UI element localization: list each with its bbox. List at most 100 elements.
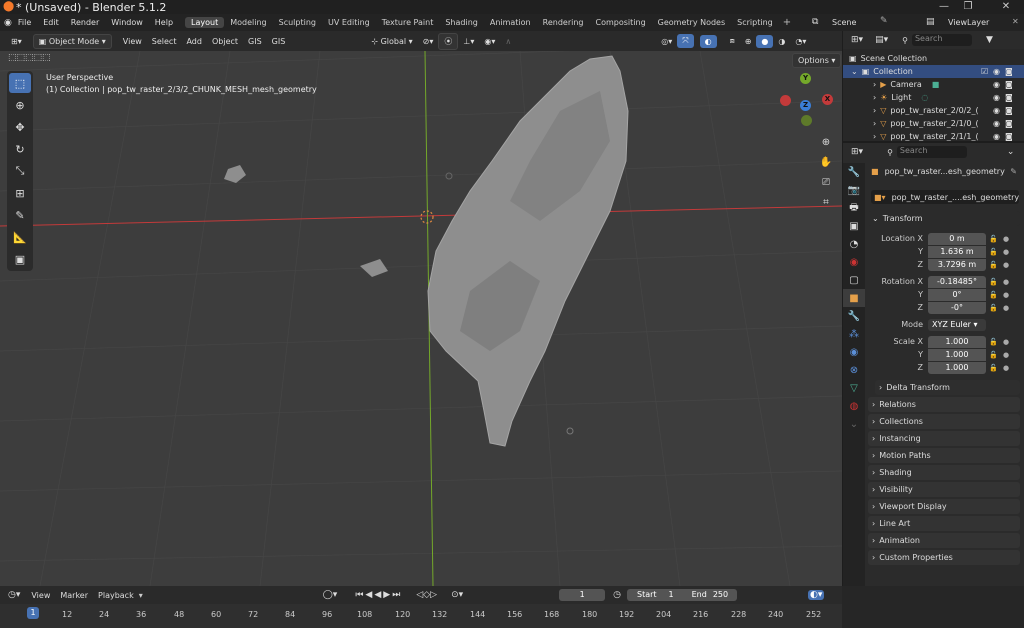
object-datablock-field[interactable]: ■▾ pop_tw_raster_....esh_geometry — [871, 190, 1019, 204]
outliner-item[interactable]: › ▽ pop_tw_raster_2/0/2_( ◉ ◙ — [843, 104, 1024, 117]
pan-icon[interactable]: ✋ — [817, 153, 835, 171]
rotate-tool[interactable]: ↻ — [9, 139, 31, 159]
lock-icon[interactable]: 🔓 — [989, 261, 998, 269]
auto-keying-icon[interactable]: ◯▾ — [323, 590, 338, 600]
outliner-filter-mode-icon[interactable]: ▤▾ — [875, 35, 888, 45]
render-icon[interactable]: ◙ — [1005, 132, 1013, 141]
pivot-icon[interactable]: ⊘▾ — [418, 35, 439, 48]
lock-icon[interactable]: 🔓 — [989, 304, 998, 312]
collection-checkbox[interactable]: ☑ — [981, 67, 988, 76]
gizmo-y-neg[interactable] — [801, 115, 812, 126]
keyframe-dot-icon[interactable]: ● — [1003, 364, 1011, 372]
snap-target-icon[interactable]: ⊥▾ — [458, 35, 479, 48]
keyframe-dot-icon[interactable]: ● — [1003, 261, 1011, 269]
select-mode-icons[interactable]: ⬚⬚⬚⬚⬚ — [8, 53, 51, 63]
collection-tab-icon[interactable]: ▢ — [843, 271, 865, 289]
wireframe-shading-icon[interactable]: ⊕ — [740, 35, 757, 48]
outliner-collection[interactable]: ⌄ ▣ Collection ☑ ◉ ◙ — [843, 65, 1024, 78]
properties-options-icon[interactable]: ⌄ — [1007, 147, 1015, 157]
orientation-dropdown[interactable]: ⊹ Global ▾ — [366, 35, 417, 48]
proportional-edit-icon[interactable]: ◉▾ — [479, 35, 500, 48]
playhead[interactable]: 1 — [27, 607, 39, 619]
viewport-display-panel[interactable]: › Viewport Display — [868, 499, 1020, 514]
scale-z-field[interactable]: 1.000 — [928, 362, 986, 374]
tab-shading[interactable]: Shading — [439, 17, 484, 28]
outliner-item[interactable]: › ☀ Light ◌ ◉ ◙ — [843, 91, 1024, 104]
current-frame-field[interactable]: 1 — [559, 589, 606, 601]
expand-icon[interactable]: › — [873, 80, 876, 89]
outliner-item[interactable]: › ▽ pop_tw_raster_2/1/1_( ◉ ◙ — [843, 130, 1024, 143]
navigation-gizmo[interactable]: Y Z X — [778, 71, 836, 129]
eye-icon[interactable]: ◉ — [993, 132, 1000, 141]
overlays-icon[interactable]: ◐ — [699, 34, 717, 48]
outliner-filter-icon[interactable]: ▼ — [986, 35, 993, 45]
expand-icon[interactable]: › — [873, 93, 876, 102]
outliner-scene-collection[interactable]: ▣ Scene Collection — [843, 52, 1024, 65]
properties-editor-icon[interactable]: ⊞▾ — [851, 147, 863, 157]
tab-scripting[interactable]: Scripting — [731, 17, 779, 28]
material-tab-icon[interactable]: ◍ — [843, 397, 865, 415]
view-layer-name[interactable]: ViewLayer — [948, 18, 989, 27]
custom-properties-panel[interactable]: › Custom Properties — [868, 550, 1020, 565]
keyframe-dot-icon[interactable]: ● — [1003, 351, 1011, 359]
outliner-editor-icon[interactable]: ⊞▾ — [851, 35, 863, 45]
timeline-menu-playback[interactable]: Playback — [93, 589, 139, 602]
timeline-overlay-icon[interactable]: ◐▾ — [808, 590, 825, 600]
playback-controls[interactable]: ⏮◀◀▶⏭ — [355, 590, 402, 600]
menu-help[interactable]: Help — [149, 18, 179, 27]
world-tab-icon[interactable]: ◉ — [843, 253, 865, 271]
scale-y-field[interactable]: 1.000 — [928, 349, 986, 361]
timeline-menu-view[interactable]: View — [26, 589, 55, 602]
camera-view-icon[interactable]: ⎚ — [817, 173, 835, 191]
location-x-field[interactable]: 0 m — [928, 233, 986, 245]
pin-icon[interactable]: ✎ — [1010, 167, 1017, 176]
location-y-field[interactable]: 1.636 m — [928, 246, 986, 258]
scene-tab-icon[interactable]: ◔ — [843, 235, 865, 253]
object-tab-icon[interactable]: ■ — [843, 289, 865, 307]
render-icon[interactable]: ◙ — [1005, 93, 1013, 102]
blender-menu-icon[interactable]: ◉ — [4, 18, 12, 28]
scale-tool[interactable]: ⤡ — [9, 161, 31, 181]
motion-paths-panel[interactable]: › Motion Paths — [868, 448, 1020, 463]
lock-icon[interactable]: 🔓 — [989, 351, 998, 359]
zoom-icon[interactable]: ⊕ — [817, 133, 835, 151]
eye-icon[interactable]: ◉ — [993, 106, 1000, 115]
minimize-button[interactable]: — — [934, 0, 954, 14]
transform-tool[interactable]: ⊞ — [9, 183, 31, 203]
render-icon[interactable]: ◙ — [1005, 119, 1013, 128]
tab-modeling[interactable]: Modeling — [224, 17, 272, 28]
collection-expand-icon[interactable]: ⌄ — [851, 67, 858, 76]
add-cube-tool[interactable]: ▣ — [9, 249, 31, 269]
render-icon[interactable]: ◙ — [1005, 80, 1013, 89]
menu-render[interactable]: Render — [65, 18, 105, 27]
keyframe-dot-icon[interactable]: ● — [1003, 235, 1011, 243]
move-tool[interactable]: ✥ — [9, 117, 31, 137]
render-tab-icon[interactable]: 📷 — [843, 181, 865, 199]
eye-icon[interactable]: ◉ — [993, 93, 1000, 102]
output-tab-icon[interactable]: 🖶 — [843, 199, 865, 217]
material-shading-icon[interactable]: ◑ — [773, 35, 790, 48]
tab-animation[interactable]: Animation — [484, 17, 537, 28]
instancing-panel[interactable]: › Instancing — [868, 431, 1020, 446]
keyframe-nav-icon[interactable]: ◁◇▷ — [416, 590, 437, 600]
eye-icon[interactable]: ◉ — [993, 119, 1000, 128]
lock-icon[interactable]: 🔓 — [989, 235, 998, 243]
outliner-search-input[interactable]: Search — [911, 34, 972, 46]
tab-layout[interactable]: Layout — [185, 17, 225, 28]
outliner-item[interactable]: › ▽ pop_tw_raster_2/1/0_( ◉ ◙ — [843, 117, 1024, 130]
tab-rendering[interactable]: Rendering — [537, 17, 590, 28]
expand-icon[interactable]: › — [873, 132, 876, 141]
falloff-icon[interactable]: ∧ — [500, 35, 516, 48]
keying-set-icon[interactable]: ⊙▾ — [451, 590, 463, 600]
pin-icon[interactable]: ✎ — [880, 16, 888, 26]
keyframe-dot-icon[interactable]: ● — [1003, 248, 1011, 256]
scene-selector-icon[interactable]: ⧉ — [812, 17, 818, 27]
cursor-tool[interactable]: ⊕ — [9, 95, 31, 115]
rotation-z-field[interactable]: -0° — [928, 302, 986, 314]
view-layer-tab-icon[interactable]: ▣ — [843, 217, 865, 235]
scene-name[interactable]: Scene — [832, 18, 856, 27]
lock-icon[interactable]: 🔓 — [989, 338, 998, 346]
keyframe-dot-icon[interactable]: ● — [1003, 338, 1011, 346]
eye-icon[interactable]: ◉ — [993, 80, 1000, 89]
preview-range-icon[interactable]: ◷ — [613, 590, 621, 600]
